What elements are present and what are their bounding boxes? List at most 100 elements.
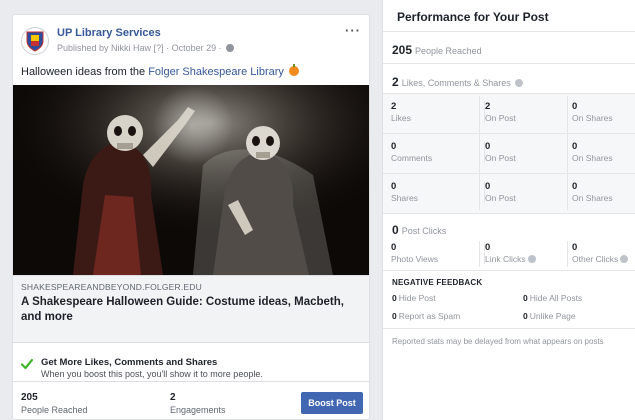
folger-link[interactable]: Folger Shakespeare Library: [148, 66, 284, 78]
comments-cell: 0 Comments: [391, 141, 432, 163]
post-text: Halloween ideas from the Folger Shakespe…: [21, 64, 299, 78]
cell-value: 0: [391, 181, 397, 192]
people-reached-row: 205 People Reached: [383, 31, 635, 63]
post-clicks-label: Post Clicks: [401, 226, 447, 236]
cell-value: 0: [391, 242, 397, 253]
link-title[interactable]: A Shakespeare Halloween Guide: Costume i…: [21, 295, 363, 325]
cell-value: 2: [391, 101, 397, 112]
boost-banner: Get More Likes, Comments and Shares When…: [13, 348, 369, 382]
shares-on-post-cell: 0 On Post: [484, 181, 516, 203]
more-dots-icon[interactable]: ···: [345, 23, 361, 38]
cell-label: Shares: [391, 193, 418, 203]
neg-label: Report as Spam: [398, 311, 461, 321]
neg-label: Hide All Posts: [529, 293, 583, 303]
cell-label: On Post: [485, 153, 516, 163]
negative-feedback-title: NEGATIVE FEEDBACK: [392, 278, 483, 287]
post-header: UP Library Services Published by Nikki H…: [21, 23, 361, 59]
comments-on-post-cell: 0 On Post: [484, 141, 516, 163]
shares-on-shares-cell: 0 On Shares: [572, 181, 613, 203]
cell-label: On Shares: [572, 193, 613, 203]
performance-panel: Performance for Your Post 205 People Reac…: [382, 0, 635, 420]
likes-on-shares-cell: 0 On Shares: [572, 101, 613, 123]
cell-label: On Post: [485, 113, 516, 123]
cell-label: Comments: [391, 153, 433, 163]
hide-all-posts-stat: 0 Hide All Posts: [523, 293, 582, 303]
neg-label: Unlike Page: [529, 311, 576, 321]
neg-value: 0: [523, 311, 528, 321]
post-image[interactable]: [13, 85, 369, 275]
reached-label: People Reached: [415, 46, 482, 56]
cell-value: 0: [485, 141, 491, 152]
shares-row: 0 Shares 0 On Post 0 On Shares: [383, 173, 635, 213]
post-meta: Published by Nikki Haw [?] · October 29 …: [57, 43, 235, 53]
column-divider: [567, 96, 568, 210]
cell-value: 0: [485, 181, 491, 192]
post-date[interactable]: October 29: [172, 43, 217, 53]
comments-on-shares-cell: 0 On Shares: [572, 141, 613, 163]
checkmark-icon: [21, 358, 33, 370]
stats-footnote: Reported stats may be delayed from what …: [392, 337, 604, 346]
likes-row: 2 Likes 2 On Post 0 On Shares: [383, 93, 635, 133]
page-avatar[interactable]: [21, 27, 49, 55]
cell-label: On Shares: [572, 153, 613, 163]
help-mark[interactable]: [?]: [154, 43, 164, 53]
cell-value: 0: [391, 141, 397, 152]
engagement-value: 2: [392, 75, 399, 89]
unlike-page-stat: 0 Unlike Page: [523, 311, 576, 321]
page-name-link[interactable]: UP Library Services: [57, 27, 161, 39]
info-icon[interactable]: [620, 255, 629, 263]
cell-label: On Post: [485, 193, 516, 203]
cell-label: Photo Views: [391, 254, 439, 264]
globe-icon: [226, 44, 235, 52]
engagement-row: 2 Likes, Comments & Shares: [383, 63, 635, 93]
column-divider: [567, 241, 568, 267]
neg-value: 0: [392, 293, 397, 303]
column-divider: [479, 96, 480, 210]
likes-cell: 2 Likes: [391, 101, 411, 123]
cell-value: 0: [572, 101, 578, 112]
cell-value: 2: [485, 101, 491, 112]
engagement-label: Likes, Comments & Shares: [401, 78, 511, 88]
stat-value: 205: [21, 392, 38, 403]
engagements-stat: 2 Engagements: [170, 392, 226, 415]
boost-title: Get More Likes, Comments and Shares: [41, 357, 218, 368]
post-clicks-value: 0: [392, 223, 399, 237]
photo-views-cell: 0 Photo Views: [391, 242, 438, 264]
skeleton-costume-photo: [13, 85, 369, 275]
cell-label: Link Clicks: [485, 254, 526, 264]
crest-icon: [26, 31, 44, 52]
clicks-breakdown-row: 0 Photo Views 0 Link Clicks 0 Other Clicks: [383, 239, 635, 270]
cell-value: 0: [572, 181, 578, 192]
info-icon[interactable]: [527, 255, 536, 263]
comments-row: 0 Comments 0 On Post 0 On Shares: [383, 133, 635, 173]
neg-value: 0: [523, 293, 528, 303]
post-clicks-row: 0 Post Clicks: [383, 213, 635, 239]
published-by: Published by Nikki Haw: [57, 43, 152, 53]
stat-value: 2: [170, 392, 176, 403]
post-text-prefix: Halloween ideas from the: [21, 66, 149, 78]
likes-on-post-cell: 2 On Post: [484, 101, 516, 123]
report-spam-stat: 0 Report as Spam: [392, 311, 460, 321]
people-reached-stat: 205 People Reached: [21, 392, 88, 415]
neg-value: 0: [392, 311, 397, 321]
performance-title: Performance for Your Post: [397, 10, 549, 24]
stat-label: Engagements: [170, 405, 226, 415]
stat-label: People Reached: [21, 405, 88, 415]
boost-post-button[interactable]: Boost Post: [301, 392, 363, 414]
neg-label: Hide Post: [398, 293, 436, 303]
column-divider: [479, 241, 480, 267]
info-icon[interactable]: [515, 79, 524, 87]
shares-cell: 0 Shares: [391, 181, 418, 203]
cell-value: 0: [485, 242, 491, 253]
cell-label: Other Clicks: [572, 254, 619, 264]
cell-value: 0: [572, 141, 578, 152]
cell-label: On Shares: [572, 113, 613, 123]
footnote-divider: [383, 328, 635, 329]
reached-value: 205: [392, 43, 413, 57]
post-stats: 205 People Reached 2 Engagements Boost P…: [13, 383, 369, 419]
other-clicks-cell: 0 Other Clicks: [572, 242, 629, 264]
hide-post-stat: 0 Hide Post: [392, 293, 436, 303]
post-card: UP Library Services Published by Nikki H…: [12, 14, 370, 420]
link-preview[interactable]: SHAKESPEAREANDBEYOND.FOLGER.EDU A Shakes…: [13, 275, 369, 343]
pumpkin-emoji-icon: [289, 64, 299, 76]
